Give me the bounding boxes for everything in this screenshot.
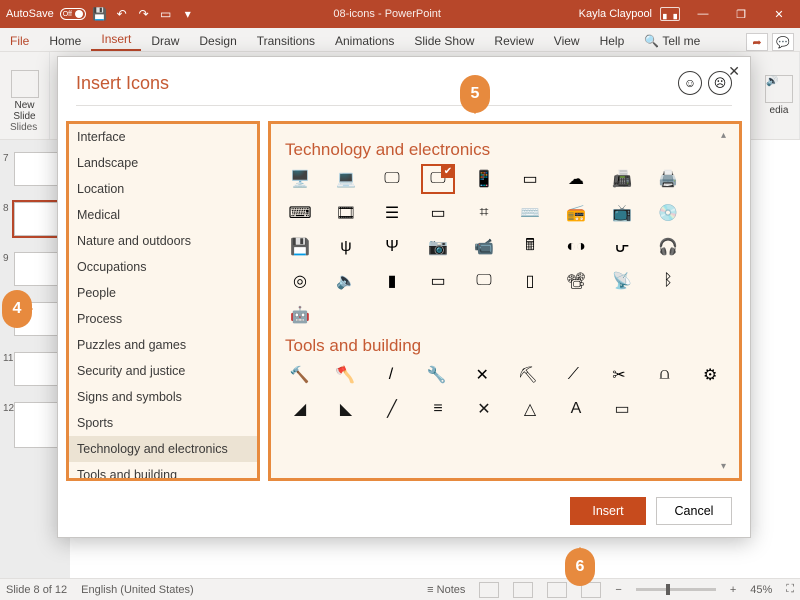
bluetooth-icon[interactable]: ᛒ (653, 268, 683, 294)
server-icon[interactable]: ☰ (377, 200, 407, 226)
tutorial-badge-5: 5 (460, 75, 490, 113)
robot-icon[interactable]: 🤖 (285, 302, 315, 328)
feedback-smile-button[interactable]: ☺ (678, 71, 702, 95)
scanner-icon[interactable]: ▭ (423, 200, 453, 226)
category-item[interactable]: Tools and building (69, 462, 257, 481)
cancel-button[interactable]: Cancel (656, 497, 732, 525)
printer-icon[interactable]: 🖨️ (653, 166, 683, 192)
record-player-icon[interactable]: ◎ (285, 268, 315, 294)
dialog-title: Insert Icons (76, 73, 169, 94)
axe-icon[interactable]: 🪓 (331, 362, 361, 388)
tutorial-badge-4: 4 (2, 290, 32, 328)
projector-icon[interactable]: 📽 (561, 268, 591, 294)
tool-icon[interactable]: ▭ (607, 396, 637, 422)
category-item[interactable]: Signs and symbols (69, 384, 257, 410)
crossed-wrench-icon[interactable]: ✕ (467, 362, 497, 388)
handsaw-icon[interactable]: ⩍ (650, 362, 680, 388)
cpu-chip-icon[interactable]: ⌗ (469, 200, 499, 226)
category-item[interactable]: Interface (69, 124, 257, 150)
wrench-icon[interactable]: 🔧 (422, 362, 452, 388)
camera-icon[interactable]: 📷 (423, 234, 453, 260)
screwdriver-icon[interactable]: / (376, 362, 406, 388)
section-title-tools: Tools and building (285, 336, 725, 356)
tool-icon[interactable]: ✕ (469, 396, 499, 422)
category-item[interactable]: Puzzles and games (69, 332, 257, 358)
tool-icon[interactable]: ≡ (423, 396, 453, 422)
keyboard-icon[interactable]: ⌨️ (515, 200, 545, 226)
film-icon[interactable]: 🎞 (331, 200, 361, 226)
projector-screen-icon[interactable]: ▯ (515, 268, 545, 294)
laptop-icon[interactable]: 💻 (331, 166, 361, 192)
tool-icon[interactable]: ◢ (285, 396, 315, 422)
dialog-close-button[interactable]: ✕ (728, 63, 740, 80)
tool-icon[interactable]: A (561, 396, 591, 422)
television-icon[interactable]: 📺 (607, 200, 637, 226)
floppy-disk-icon[interactable]: 💾 (285, 234, 315, 260)
icon-results-panel: ▴▾ Technology and electronics 🖥️ 💻 🖵 🖵 📱… (268, 121, 742, 481)
category-item[interactable]: Landscape (69, 150, 257, 176)
category-item[interactable]: Process (69, 306, 257, 332)
monitor-selected-icon[interactable]: 🖵 (423, 166, 453, 192)
fax-icon[interactable]: 📠 (607, 166, 637, 192)
swiss-army-knife-icon[interactable]: ✂ (604, 362, 634, 388)
speaker-icon[interactable]: 🔈 (331, 268, 361, 294)
insert-button[interactable]: Insert (570, 497, 646, 525)
smartphone-icon[interactable]: 📱 (469, 166, 499, 192)
dialog-backdrop: ✕ Insert Icons ☺ ☹ Interface Landscape L… (0, 0, 800, 600)
usb-symbol-icon[interactable]: Ψ (377, 234, 407, 260)
paint-roller-icon[interactable]: ⟋ (559, 362, 589, 388)
pickaxe-icon[interactable]: ⛏ (513, 362, 543, 388)
category-item[interactable]: Sports (69, 410, 257, 436)
section-title-tech: Technology and electronics (285, 140, 725, 160)
category-item[interactable]: Nature and outdoors (69, 228, 257, 254)
earbuds-icon[interactable]: ᕂ (607, 234, 637, 260)
calculator-icon[interactable]: 🖩 (515, 234, 545, 260)
tool-icon[interactable]: ◣ (331, 396, 361, 422)
cd-icon[interactable]: 💿 (653, 200, 683, 226)
hammer-icon[interactable]: 🔨 (285, 362, 315, 388)
video-camera-icon[interactable]: 📹 (469, 234, 499, 260)
tablet-icon[interactable]: ▭ (515, 166, 545, 192)
insert-icons-dialog: ✕ Insert Icons ☺ ☹ Interface Landscape L… (57, 56, 751, 538)
dvd-player-icon[interactable]: ▭ (423, 268, 453, 294)
antenna-icon[interactable]: 📡 (607, 268, 637, 294)
desktop-computer-icon[interactable]: 🖥️ (285, 166, 315, 192)
tv-screen-icon[interactable]: 🖵 (469, 268, 499, 294)
headphones-icon[interactable]: 🎧 (653, 234, 683, 260)
radio-icon[interactable]: 📻 (561, 200, 591, 226)
usb-cable-icon[interactable]: ψ (331, 234, 361, 260)
category-item[interactable]: Security and justice (69, 358, 257, 384)
category-item[interactable]: Occupations (69, 254, 257, 280)
tool-icon[interactable]: ╱ (377, 396, 407, 422)
category-item[interactable]: People (69, 280, 257, 306)
category-item[interactable]: Location (69, 176, 257, 202)
category-item[interactable]: Medical (69, 202, 257, 228)
vr-headset-icon[interactable]: ◐◑ (561, 234, 591, 260)
monitor-globe-icon[interactable]: 🖵 (377, 166, 407, 192)
tool-icon[interactable]: △ (515, 396, 545, 422)
cloud-computing-icon[interactable]: ☁ (561, 166, 591, 192)
remote-icon[interactable]: ▮ (377, 268, 407, 294)
icon-category-list[interactable]: Interface Landscape Location Medical Nat… (66, 121, 260, 481)
tutorial-badge-6: 6 (565, 548, 595, 586)
typewriter-icon[interactable]: ⌨ (285, 200, 315, 226)
category-item[interactable]: Technology and electronics (69, 436, 257, 462)
